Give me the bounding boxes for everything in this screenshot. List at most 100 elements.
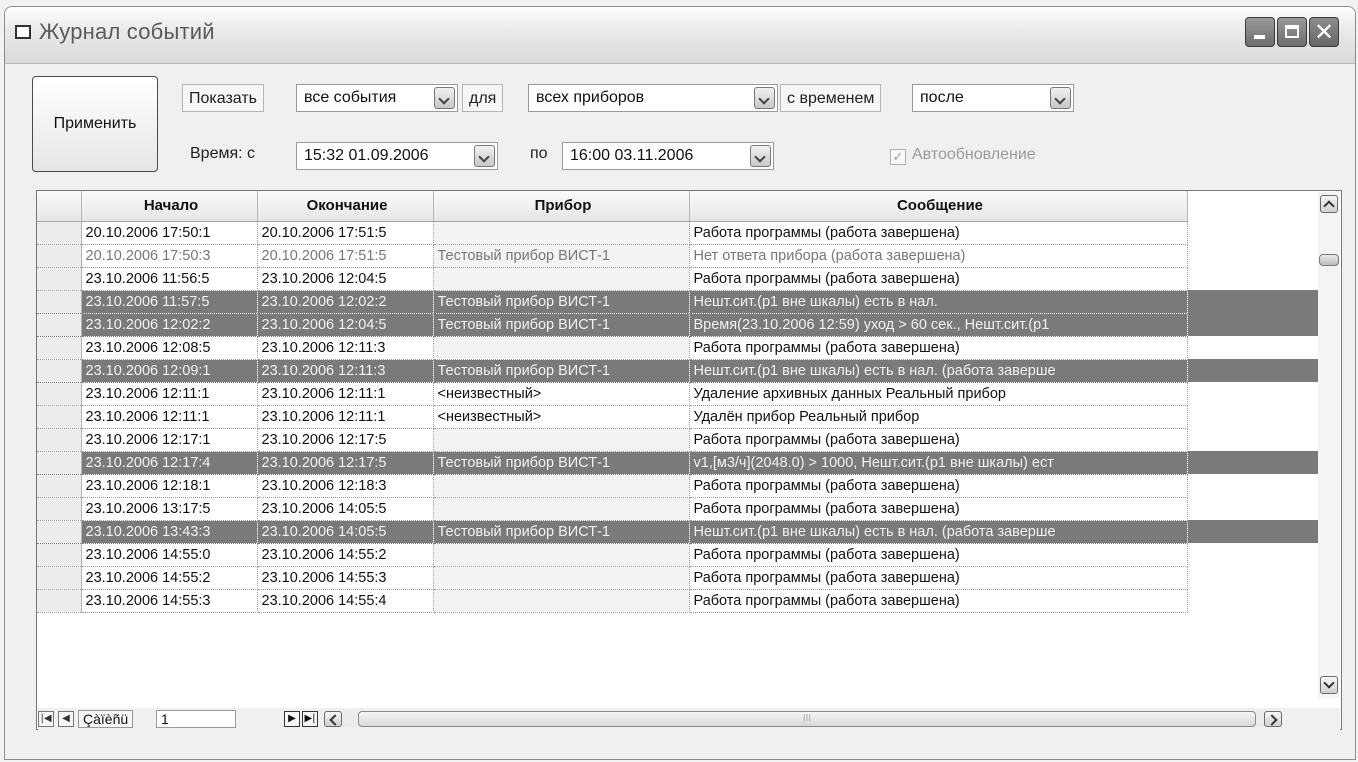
cell-message[interactable]: Удаление архивных данных Реальный прибор [689,382,1188,406]
row-indicator[interactable] [37,290,82,314]
last-record-icon[interactable]: ▶| [302,711,318,727]
cell-start[interactable]: 23.10.2006 14:55:0 [81,543,258,567]
autoupdate-checkbox[interactable]: ✓ [890,149,906,165]
scroll-down-icon[interactable] [1320,676,1338,694]
cell-message[interactable]: Работа программы (работа завершена) [689,428,1188,452]
cell-end[interactable]: 23.10.2006 12:11:3 [257,359,434,383]
cell-device[interactable] [433,336,690,360]
cell-message[interactable]: Работа программы (работа завершена) [689,497,1188,521]
chevron-down-icon[interactable] [474,145,495,167]
cell-start[interactable]: 23.10.2006 12:17:1 [81,428,258,452]
cell-device[interactable] [433,474,690,498]
cell-end[interactable]: 23.10.2006 12:17:5 [257,451,434,475]
cell-end[interactable]: 23.10.2006 12:11:1 [257,405,434,429]
table-row[interactable]: 23.10.2006 12:11:1 23.10.2006 12:11:1 <неи… [37,382,1337,406]
table-row[interactable]: 23.10.2006 12:11:1 23.10.2006 12:11:1 <неи… [37,405,1337,429]
cell-end[interactable]: 23.10.2006 14:55:4 [257,589,434,613]
row-indicator[interactable] [37,543,82,567]
cell-device[interactable] [433,543,690,567]
row-indicator[interactable] [37,267,82,291]
cell-start[interactable]: 23.10.2006 11:57:5 [81,290,258,314]
table-row[interactable]: 20.10.2006 17:50:1 20.10.2006 17:51:5 Рабо… [37,221,1337,245]
table-row[interactable]: 23.10.2006 12:17:4 23.10.2006 12:17:5 Тест… [37,451,1337,475]
table-row[interactable]: 23.10.2006 12:09:1 23.10.2006 12:11:3 Тест… [37,359,1337,383]
row-indicator[interactable] [37,589,82,613]
table-row[interactable]: 23.10.2006 11:56:5 23.10.2006 12:04:5 Рабо… [37,267,1337,291]
cell-message[interactable]: Время(23.10.2006 12:59) уход > 60 сек., … [689,313,1188,337]
row-indicator[interactable] [37,428,82,452]
cell-end[interactable]: 23.10.2006 14:55:3 [257,566,434,590]
table-row[interactable]: 23.10.2006 12:02:2 23.10.2006 12:04:5 Тест… [37,313,1337,337]
close-button[interactable]: ✕ [1309,17,1339,47]
devices-filter-select[interactable]: всех приборов [528,84,778,112]
cell-message[interactable]: Нешт.сит.(p1 вне шкалы) есть в нал. (раб… [689,520,1188,544]
cell-end[interactable]: 23.10.2006 12:04:5 [257,313,434,337]
cell-end[interactable]: 23.10.2006 12:18:3 [257,474,434,498]
cell-end[interactable]: 23.10.2006 12:04:5 [257,267,434,291]
cell-end[interactable]: 20.10.2006 17:51:5 [257,244,434,268]
prev-record-icon[interactable]: ◀ [58,711,74,727]
row-indicator[interactable] [37,221,82,245]
vertical-scrollbar[interactable] [1318,192,1340,698]
row-indicator[interactable] [37,474,82,498]
cell-start[interactable]: 23.10.2006 12:17:4 [81,451,258,475]
cell-start[interactable]: 23.10.2006 11:56:5 [81,267,258,291]
cell-start[interactable]: 20.10.2006 17:50:1 [81,221,258,245]
cell-message[interactable]: Работа программы (работа завершена) [689,267,1188,291]
cell-start[interactable]: 23.10.2006 12:18:1 [81,474,258,498]
cell-device[interactable]: <неизвестный> [433,405,690,429]
cell-device[interactable] [433,566,690,590]
row-indicator[interactable] [37,520,82,544]
cell-start[interactable]: 23.10.2006 12:08:5 [81,336,258,360]
cell-device[interactable]: Тестовый прибор ВИСТ-1 [433,520,690,544]
row-indicator[interactable] [37,497,82,521]
cell-device[interactable]: Тестовый прибор ВИСТ-1 [433,313,690,337]
horizontal-scroll-thumb[interactable]: III [358,711,1256,727]
cell-device[interactable]: Тестовый прибор ВИСТ-1 [433,290,690,314]
time-mode-select[interactable]: после [912,84,1074,112]
cell-start[interactable]: 23.10.2006 14:55:2 [81,566,258,590]
table-row[interactable]: 23.10.2006 11:57:5 23.10.2006 12:02:2 Тест… [37,290,1337,314]
cell-end[interactable]: 23.10.2006 12:11:3 [257,336,434,360]
row-indicator[interactable] [37,405,82,429]
chevron-down-icon[interactable] [1050,87,1071,109]
record-number-input[interactable]: 1 [156,710,236,728]
cell-message[interactable]: Нешт.сит.(p1 вне шкалы) есть в нал. [689,290,1188,314]
row-indicator[interactable] [37,451,82,475]
cell-message[interactable]: Работа программы (работа завершена) [689,474,1188,498]
time-to-picker[interactable]: 16:00 03.11.2006 [562,142,774,170]
cell-device[interactable] [433,428,690,452]
cell-device[interactable] [433,589,690,613]
column-header-end[interactable]: Окончание [257,191,434,222]
table-row[interactable]: 23.10.2006 14:55:2 23.10.2006 14:55:3 Рабо… [37,566,1337,590]
cell-message[interactable]: Удалён прибор Реальный прибор [689,405,1188,429]
cell-device[interactable] [433,497,690,521]
cell-device[interactable]: <неизвестный> [433,382,690,406]
table-row[interactable]: 23.10.2006 12:18:1 23.10.2006 12:18:3 Рабо… [37,474,1337,498]
cell-end[interactable]: 20.10.2006 17:51:5 [257,221,434,245]
row-indicator[interactable] [37,336,82,360]
cell-message[interactable]: Нет ответа прибора (работа завершена) [689,244,1188,268]
scroll-thumb[interactable] [1319,254,1339,266]
cell-start[interactable]: 23.10.2006 13:43:3 [81,520,258,544]
row-indicator[interactable] [37,244,82,268]
cell-message[interactable]: Работа программы (работа завершена) [689,543,1188,567]
cell-start[interactable]: 23.10.2006 12:02:2 [81,313,258,337]
time-from-picker[interactable]: 15:32 01.09.2006 [296,142,498,170]
next-record-icon[interactable]: ▶ [284,711,300,727]
cell-end[interactable]: 23.10.2006 14:55:2 [257,543,434,567]
first-record-icon[interactable]: |◀ [38,711,54,727]
cell-message[interactable]: Работа программы (работа завершена) [689,336,1188,360]
table-row[interactable]: 23.10.2006 14:55:0 23.10.2006 14:55:2 Рабо… [37,543,1337,567]
cell-end[interactable]: 23.10.2006 12:02:2 [257,290,434,314]
cell-start[interactable]: 23.10.2006 14:55:3 [81,589,258,613]
cell-start[interactable]: 23.10.2006 13:17:5 [81,497,258,521]
row-indicator[interactable] [37,313,82,337]
table-row[interactable]: 23.10.2006 13:17:5 23.10.2006 14:05:5 Рабо… [37,497,1337,521]
cell-end[interactable]: 23.10.2006 14:05:5 [257,497,434,521]
events-filter-select[interactable]: все события [296,84,458,112]
row-indicator-header[interactable] [37,191,82,222]
scroll-right-icon[interactable] [1264,711,1282,727]
cell-end[interactable]: 23.10.2006 12:11:1 [257,382,434,406]
cell-start[interactable]: 23.10.2006 12:11:1 [81,405,258,429]
